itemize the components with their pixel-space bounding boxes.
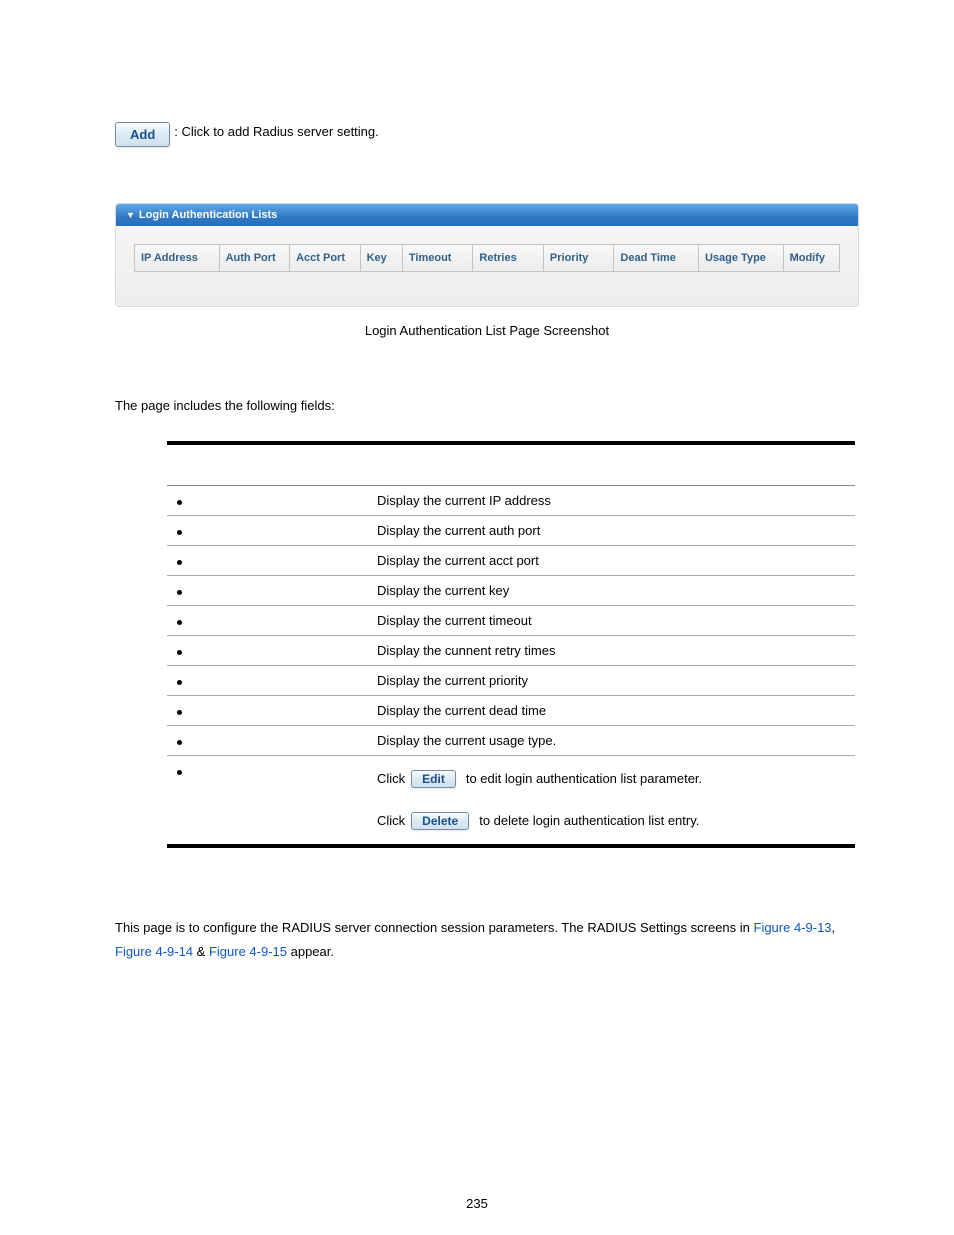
panel-title: Login Authentication Lists	[139, 209, 277, 221]
page-number: 235	[0, 1196, 954, 1211]
login-auth-panel: ▼ Login Authentication Lists IP Address …	[115, 203, 859, 307]
figure-caption: Login Authentication List Page Screensho…	[115, 323, 859, 338]
bullet-icon	[177, 620, 182, 625]
fields-header-row	[167, 443, 855, 486]
table-row: Display the current priority	[167, 665, 855, 695]
row-desc: Display the current usage type.	[367, 725, 855, 755]
row-desc: Display the current dead time	[367, 695, 855, 725]
table-row: Display the current dead time	[167, 695, 855, 725]
next-paragraph: This page is to configure the RADIUS ser…	[115, 916, 859, 965]
row-desc: Display the current key	[367, 575, 855, 605]
bullet-icon	[177, 710, 182, 715]
fields-table: Display the current IP address Display t…	[167, 441, 855, 848]
col-timeout: Timeout	[402, 244, 473, 271]
col-priority: Priority	[543, 244, 614, 271]
edit-text: to edit login authentication list parame…	[466, 771, 702, 786]
bullet-icon	[177, 530, 182, 535]
table-row: Display the current timeout	[167, 605, 855, 635]
col-ip: IP Address	[135, 244, 220, 271]
click-label: Click	[377, 813, 405, 828]
row-desc: Display the current acct port	[367, 545, 855, 575]
table-row: Display the current auth port	[167, 515, 855, 545]
row-desc: Display the cunnent retry times	[367, 635, 855, 665]
row-desc: Display the current auth port	[367, 515, 855, 545]
table-row: Display the current key	[167, 575, 855, 605]
col-modify: Modify	[783, 244, 839, 271]
login-auth-table: IP Address Auth Port Acct Port Key Timeo…	[134, 244, 840, 272]
table-row: Display the cunnent retry times	[167, 635, 855, 665]
table-row: Display the current IP address	[167, 485, 855, 515]
delete-button[interactable]: Delete	[411, 812, 469, 830]
col-dead-time: Dead Time	[614, 244, 699, 271]
link-figure-4-9-13[interactable]: Figure 4-9-13	[754, 920, 832, 935]
bullet-icon	[177, 590, 182, 595]
fields-intro: The page includes the following fields:	[115, 398, 859, 413]
click-label: Click	[377, 771, 405, 786]
bullet-icon	[177, 650, 182, 655]
chevron-down-icon: ▼	[126, 210, 135, 220]
row-desc: Display the current timeout	[367, 605, 855, 635]
col-acct-port: Acct Port	[290, 244, 361, 271]
panel-title-bar[interactable]: ▼ Login Authentication Lists	[116, 204, 858, 226]
table-row: Click Edit to edit login authentication …	[167, 755, 855, 846]
bullet-icon	[177, 560, 182, 565]
table-row: Display the current usage type.	[167, 725, 855, 755]
delete-text: to delete login authentication list entr…	[479, 813, 699, 828]
col-usage-type: Usage Type	[698, 244, 783, 271]
bullet-icon	[177, 680, 182, 685]
edit-button[interactable]: Edit	[411, 770, 456, 788]
bullet-icon	[177, 770, 182, 775]
row-desc: Display the current IP address	[367, 485, 855, 515]
col-auth-port: Auth Port	[219, 244, 290, 271]
col-key: Key	[360, 244, 402, 271]
link-figure-4-9-15[interactable]: Figure 4-9-15	[209, 944, 287, 959]
col-retries: Retries	[473, 244, 544, 271]
table-row: Display the current acct port	[167, 545, 855, 575]
add-button[interactable]: Add	[115, 122, 170, 147]
add-desc: : Click to add Radius server setting.	[174, 120, 378, 147]
bullet-icon	[177, 500, 182, 505]
row-desc: Display the current priority	[367, 665, 855, 695]
link-figure-4-9-14[interactable]: Figure 4-9-14	[115, 944, 193, 959]
bullet-icon	[177, 740, 182, 745]
